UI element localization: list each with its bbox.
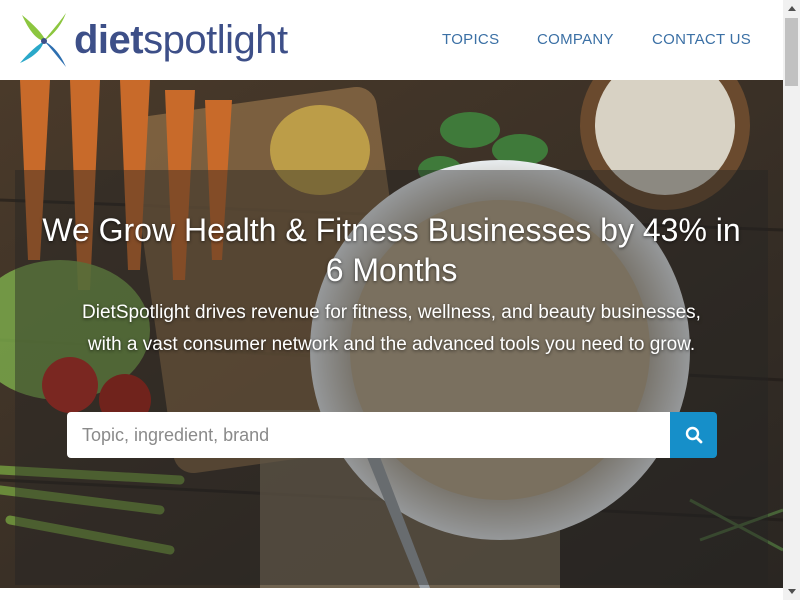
nav-link-company[interactable]: COMPANY — [537, 31, 614, 48]
hero-headline: We Grow Health & Fitness Businesses by 4… — [42, 212, 741, 288]
site-header: dietspotlight TOPICS COMPANY CONTACT US — [0, 0, 783, 80]
scroll-up-arrow-icon[interactable] — [783, 0, 800, 17]
search-input[interactable] — [67, 412, 670, 458]
scrollbar-thumb[interactable] — [785, 18, 798, 86]
scroll-down-arrow-icon[interactable] — [783, 583, 800, 600]
search-button[interactable] — [670, 412, 717, 458]
nav-link-contact-us[interactable]: CONTACT US — [652, 31, 751, 48]
nav-link-topics[interactable]: TOPICS — [442, 31, 499, 48]
page-content-start — [0, 588, 783, 600]
hero-section: We Grow Health & Fitness Businesses by 4… — [0, 80, 783, 588]
hero-subheadline: DietSpotlight drives revenue for fitness… — [82, 302, 701, 355]
main-nav: TOPICS COMPANY CONTACT US — [0, 31, 783, 51]
search-icon — [685, 426, 702, 444]
page-scrollbar[interactable] — [783, 0, 800, 600]
